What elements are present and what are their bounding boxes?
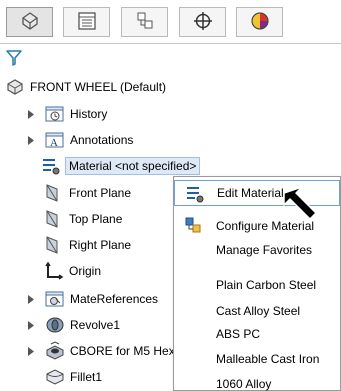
tab-dimxpert-manager[interactable] [179,7,226,37]
svg-text:A: A [50,137,58,149]
filter-icon[interactable] [5,49,23,70]
menu-item-label: Cast Alloy Steel [216,304,301,318]
revolve-icon [44,314,66,336]
display-manager-icon [249,10,271,35]
tree-item-history[interactable]: History [26,101,107,127]
tree-item-label: CBORE for M5 Hex [70,344,175,358]
plane-icon [43,182,65,204]
origin-icon [43,260,65,282]
tree-item-cbore[interactable]: CBORE for M5 Hex [26,338,175,364]
edit-material-icon [185,184,205,204]
tree-item-label: Revolve1 [70,318,121,332]
tab-property-manager[interactable] [63,7,110,37]
menu-item-label: 1060 Alloy [216,377,272,391]
menu-item-1060-alloy[interactable]: 1060 Alloy [174,371,340,391]
tree-item-label: History [70,107,108,121]
menu-item-malleable-cast-iron[interactable]: Malleable Cast Iron [174,346,340,372]
expand-arrow-icon[interactable] [26,135,36,145]
tree-item-fillet1[interactable]: Fillet1 [44,364,102,390]
expand-arrow-icon[interactable] [26,320,36,330]
tree-item-label: Origin [69,264,102,278]
menu-item-label: Malleable Cast Iron [216,352,320,366]
tree-item-origin[interactable]: Origin [43,258,101,284]
tree-item-matereferences[interactable]: MateReferences [26,286,158,312]
manager-tabs [0,0,341,44]
annotations-folder-icon: A [44,129,66,151]
tree-item-label: Material <not specified> [65,157,201,175]
mouse-pointer-icon [282,185,322,222]
tab-display-manager[interactable] [236,7,283,37]
hole-wizard-icon [44,340,66,362]
tree-root[interactable]: FRONT WHEEL (Default) [4,74,166,100]
tree-item-label: MateReferences [70,292,159,306]
mate-references-icon [44,288,66,310]
tab-feature-manager[interactable] [6,7,53,37]
tree-item-annotations[interactable]: A Annotations [26,127,133,153]
menu-item-plain-carbon-steel[interactable]: Plain Carbon Steel [174,272,340,298]
plane-icon [43,234,65,256]
configure-material-icon [184,216,204,236]
plane-icon [43,208,65,230]
menu-item-label: ABS PC [216,327,261,341]
tree-item-label: Fillet1 [70,370,103,384]
tree-item-label: Right Plane [69,238,132,252]
expand-arrow-icon[interactable] [26,109,36,119]
tree-root-label: FRONT WHEEL (Default) [30,80,167,94]
tree-item-top-plane[interactable]: Top Plane [43,206,122,232]
menu-item-label: Plain Carbon Steel [216,278,317,292]
history-folder-icon [44,103,66,125]
feature-manager-icon [19,10,41,35]
tree-item-label: Annotations [70,133,134,147]
fillet-icon [44,366,66,388]
property-manager-icon [76,10,98,35]
tree-item-revolve1[interactable]: Revolve1 [26,312,120,338]
configuration-manager-icon [134,10,156,35]
material-icon [40,155,62,177]
tree-item-label: Front Plane [69,186,132,200]
expand-arrow-icon[interactable] [26,346,36,356]
expand-arrow-icon[interactable] [26,294,36,304]
filter-row [0,47,341,71]
tree-item-right-plane[interactable]: Right Plane [43,232,131,258]
tree-item-front-plane[interactable]: Front Plane [43,180,131,206]
menu-item-label: Manage Favorites [216,243,313,257]
menu-item-label: Edit Material [217,186,284,200]
part-icon [4,76,26,98]
tree-item-label: Top Plane [69,212,123,226]
menu-item-manage-favorites[interactable]: Manage Favorites [174,237,340,263]
dimxpert-manager-icon [192,10,214,35]
tab-configuration-manager[interactable] [121,7,168,37]
menu-item-abs-pc[interactable]: ABS PC [174,321,340,347]
